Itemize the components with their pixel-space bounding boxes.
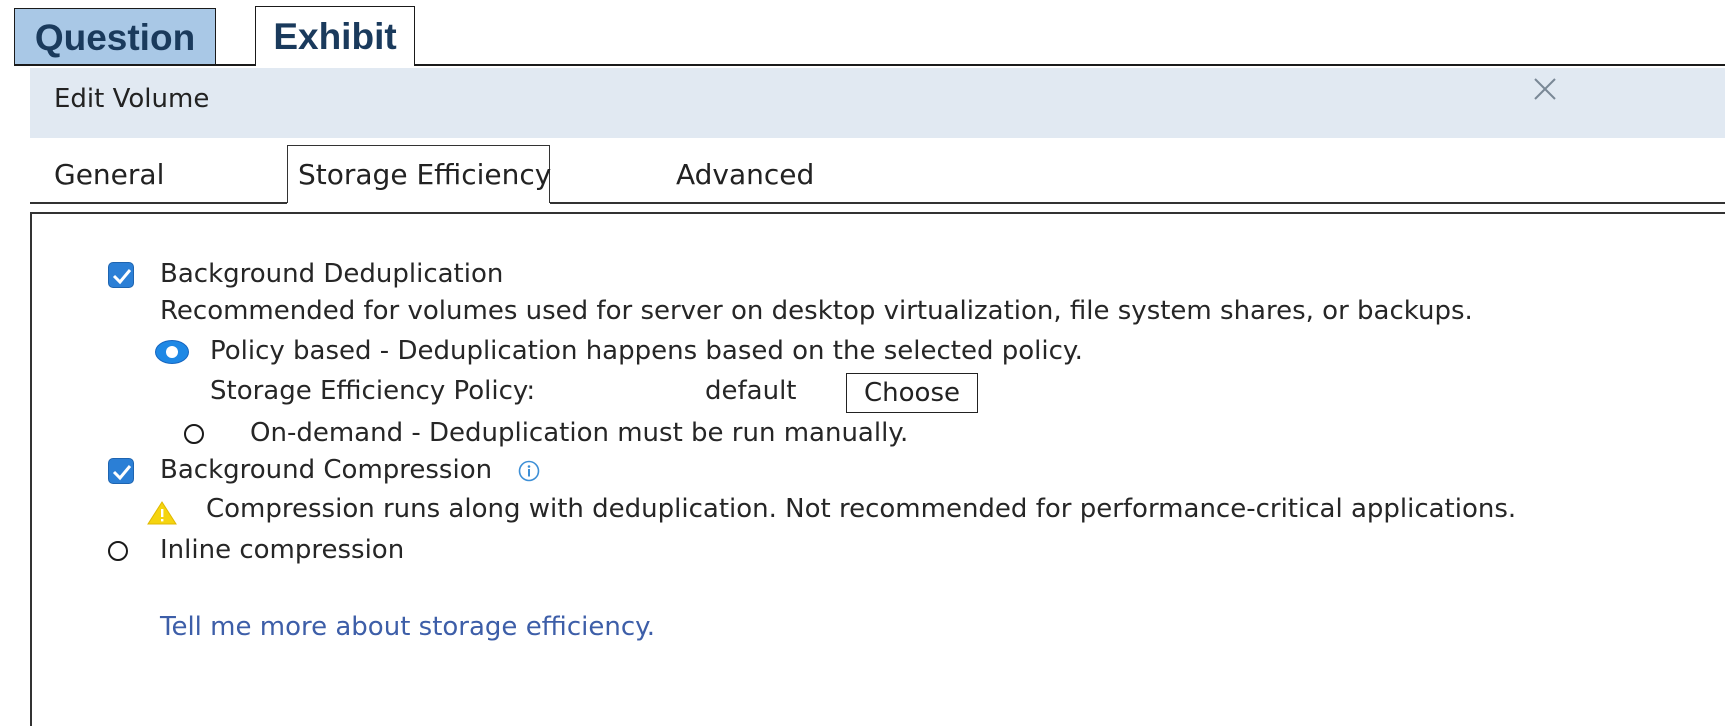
background-dedup-label: Background Deduplication: [160, 259, 504, 289]
inline-compression-label: Inline compression: [160, 535, 405, 565]
tab-storage-efficiency[interactable]: Storage Efficiency: [298, 158, 551, 191]
policy-based-radio[interactable]: [155, 340, 189, 364]
dialog-header: [30, 68, 1725, 138]
checkmark-icon: [112, 465, 132, 481]
tab-exhibit-label: Exhibit: [273, 15, 397, 57]
dialog-title: Edit Volume: [54, 84, 210, 114]
choose-button[interactable]: Choose: [846, 373, 978, 413]
compression-warning-text: Compression runs along with deduplicatio…: [206, 494, 1517, 524]
background-dedup-description: Recommended for volumes used for server …: [160, 296, 1473, 326]
inline-compression-radio[interactable]: [108, 541, 128, 561]
tab-baseline: [415, 64, 1725, 66]
on-demand-radio[interactable]: [184, 424, 204, 444]
background-compression-checkbox[interactable]: [108, 458, 134, 484]
tab-general[interactable]: General: [54, 158, 164, 191]
inner-tab-baseline: [30, 202, 287, 204]
inner-tab-baseline: [550, 202, 1725, 204]
policy-value: default: [705, 376, 797, 406]
panel-border-left: [30, 212, 32, 726]
tab-question[interactable]: Question: [14, 8, 216, 66]
background-dedup-checkbox[interactable]: [108, 262, 134, 288]
info-icon[interactable]: [518, 460, 540, 482]
policy-label: Storage Efficiency Policy:: [210, 376, 536, 406]
tab-advanced[interactable]: Advanced: [676, 158, 814, 191]
on-demand-label: On-demand - Deduplication must be run ma…: [250, 418, 909, 448]
tab-baseline: [14, 64, 255, 66]
warning-icon: [146, 500, 178, 526]
background-compression-label: Background Compression: [160, 455, 493, 485]
close-icon[interactable]: [1532, 76, 1558, 102]
policy-based-label: Policy based - Deduplication happens bas…: [210, 336, 1083, 366]
learn-more-link[interactable]: Tell me more about storage efficiency.: [160, 612, 655, 642]
tab-exhibit[interactable]: Exhibit: [255, 6, 415, 66]
checkmark-icon: [112, 269, 132, 285]
tab-question-label: Question: [34, 16, 196, 58]
panel-border-top: [30, 212, 1725, 214]
